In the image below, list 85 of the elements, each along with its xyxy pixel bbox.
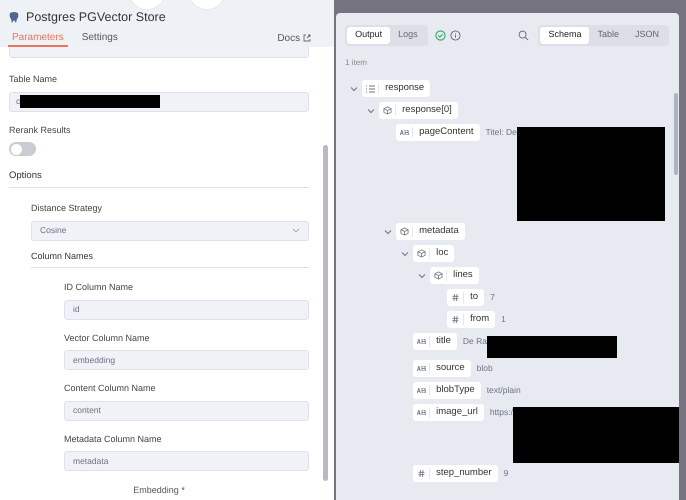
field-key: metadata	[413, 224, 465, 239]
input-field[interactable]: metadata	[64, 451, 310, 472]
chevron-icon[interactable]	[384, 228, 392, 236]
chevron-down-icon	[292, 228, 300, 234]
view-tab[interactable]: JSON	[626, 26, 667, 44]
input-field[interactable]: c	[9, 92, 310, 112]
field-value: https:/	[490, 407, 513, 417]
field-chip[interactable]: image_url	[413, 404, 484, 421]
field-chip[interactable]: lines	[430, 267, 479, 284]
text-type-icon	[416, 388, 426, 393]
section-label: Embedding *	[133, 484, 185, 497]
field-label: Metadata Column Name	[64, 432, 163, 446]
chevron-icon[interactable]	[366, 107, 375, 115]
docs-link[interactable]: Docs	[277, 29, 326, 47]
list-icon	[366, 84, 375, 92]
field-chip[interactable]: pageContent	[396, 124, 480, 141]
field-label: Vector Column Name	[64, 332, 151, 345]
text-type-icon	[416, 339, 426, 344]
external-link-icon	[303, 34, 312, 42]
input-field[interactable]: embedding	[64, 350, 310, 370]
cube-icon	[400, 227, 409, 236]
scrollbar[interactable]	[674, 93, 678, 175]
field-key: to	[464, 290, 484, 305]
tab[interactable]: Logs	[390, 26, 426, 44]
chevron-icon[interactable]	[400, 250, 409, 258]
field-key: step_number	[430, 466, 498, 481]
field-chip[interactable]: blobType	[413, 382, 481, 399]
view-tab[interactable]: Table	[589, 26, 627, 44]
field-chip[interactable]: loc	[413, 245, 454, 262]
input-field[interactable]: content	[64, 400, 310, 421]
field-key: loc	[430, 246, 454, 261]
hash-icon	[452, 294, 459, 301]
chevron-icon[interactable]	[418, 272, 426, 280]
field-label: Content Column Name	[64, 382, 157, 396]
select-field[interactable]: Cosine	[31, 220, 310, 241]
field-label: Distance Strategy	[31, 202, 104, 216]
field-key: title	[430, 334, 457, 349]
success-check-icon	[434, 30, 446, 40]
item-count: 1 item	[344, 57, 368, 69]
chevron-icon[interactable]	[350, 85, 358, 93]
cube-icon	[416, 249, 426, 258]
text-type-icon	[400, 130, 409, 135]
info-icon[interactable]	[450, 30, 461, 40]
input-field[interactable]: id	[64, 300, 310, 320]
tab[interactable]: Output	[347, 26, 390, 44]
tab[interactable]: Settings	[78, 29, 122, 47]
field-chip[interactable]: to	[447, 289, 484, 306]
cube-icon	[382, 106, 392, 115]
field-value: text/plain	[486, 385, 521, 395]
field-key: image_url	[430, 405, 484, 420]
field-label: Table Name	[9, 73, 58, 86]
search-icon[interactable]	[518, 30, 530, 40]
view-tab[interactable]: Schema	[540, 26, 590, 44]
field-value: De Ra	[462, 336, 488, 346]
field-chip[interactable]: step_number	[413, 465, 498, 482]
hash-icon	[452, 316, 459, 323]
field-value: 7	[490, 292, 495, 302]
field-value: 1	[501, 314, 506, 324]
field-chip[interactable]: metadata	[396, 223, 465, 240]
field-key: source	[430, 361, 471, 376]
scrollbar[interactable]	[323, 145, 328, 481]
field-key: from	[464, 312, 496, 327]
text-type-icon	[416, 366, 426, 371]
field-chip[interactable]: response[0]	[379, 102, 458, 119]
field-key: lines	[447, 268, 479, 283]
field-label: Rerank Results	[9, 124, 72, 136]
field-chip[interactable]: from	[447, 311, 496, 328]
field-key: response[0]	[396, 103, 458, 118]
field-key: pageContent	[413, 125, 480, 140]
cube-icon	[434, 271, 443, 280]
section-title: Options	[9, 169, 310, 188]
field-key: response	[379, 81, 430, 96]
field-value: 9	[504, 468, 508, 478]
text-type-icon	[416, 410, 426, 415]
field-chip[interactable]: response	[362, 80, 430, 97]
field-value: blob	[476, 363, 493, 373]
section-title: Column Names	[31, 250, 310, 268]
hash-icon	[418, 470, 425, 477]
field-value: Titel: De	[486, 127, 517, 137]
field-label: ID Column Name	[64, 281, 134, 294]
node-title: Postgres PGVector Store	[26, 9, 166, 26]
field-key: blobType	[430, 383, 481, 398]
field-chip[interactable]: title	[413, 333, 457, 350]
field-chip[interactable]: source	[413, 360, 471, 377]
toggle-switch[interactable]	[9, 142, 36, 156]
